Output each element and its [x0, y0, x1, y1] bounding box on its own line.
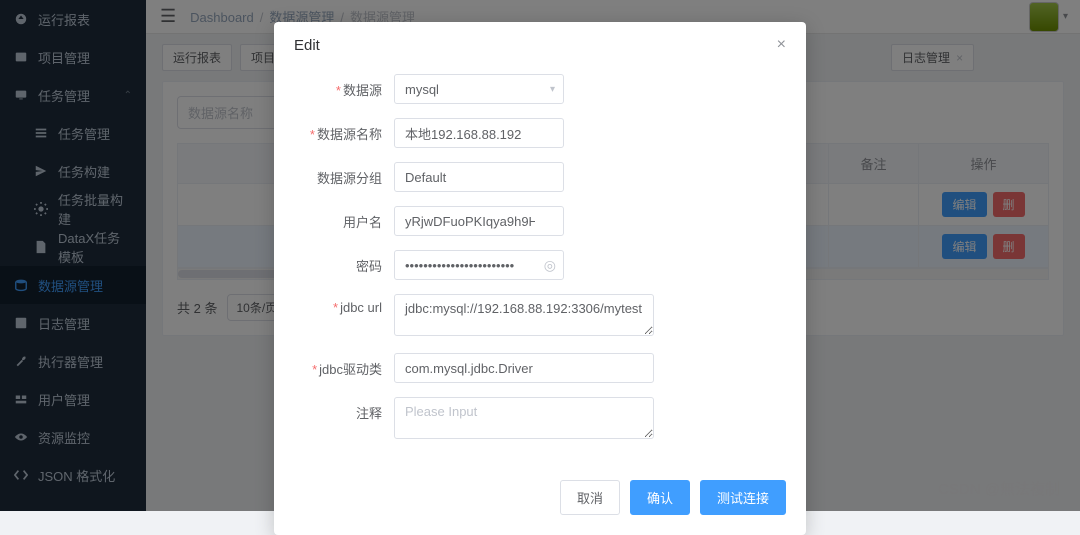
- field-label: jdbc url: [340, 300, 382, 315]
- field-label: 密码: [300, 250, 382, 275]
- dialog-body: *数据源 mysql▾ *数据源名称 数据源分组 Default 用户名 密码 …: [274, 68, 806, 470]
- close-icon[interactable]: ×: [777, 36, 786, 54]
- dialog-footer: 取消 确认 测试连接: [274, 470, 806, 535]
- group-select[interactable]: Default: [394, 162, 564, 192]
- dialog-header: Edit ×: [274, 22, 806, 68]
- chevron-down-icon: ▾: [550, 84, 555, 95]
- field-label: 数据源分组: [300, 162, 382, 187]
- select-value: Default: [405, 170, 446, 185]
- dialog-title: Edit: [294, 37, 320, 54]
- field-label: 数据源: [343, 83, 382, 98]
- password-input[interactable]: [394, 250, 564, 280]
- field-label: jdbc驱动类: [319, 362, 382, 377]
- comment-input[interactable]: [394, 397, 654, 439]
- datasource-select[interactable]: mysql ▾: [394, 74, 564, 104]
- jdbc-url-input[interactable]: jdbc:mysql://192.168.88.192:3306/mytest: [394, 294, 654, 336]
- edit-dialog: Edit × *数据源 mysql▾ *数据源名称 数据源分组 Default …: [274, 22, 806, 535]
- dsname-input[interactable]: [394, 118, 564, 148]
- field-label: 数据源名称: [317, 127, 382, 142]
- ok-button[interactable]: 确认: [630, 480, 690, 515]
- eye-icon[interactable]: ◎: [544, 257, 556, 274]
- driver-input[interactable]: [394, 353, 654, 383]
- test-connection-button[interactable]: 测试连接: [700, 480, 786, 515]
- field-label: 注释: [300, 397, 382, 422]
- username-input[interactable]: [394, 206, 564, 236]
- cancel-button[interactable]: 取消: [560, 480, 620, 515]
- select-value: mysql: [405, 82, 439, 97]
- field-label: 用户名: [300, 206, 382, 231]
